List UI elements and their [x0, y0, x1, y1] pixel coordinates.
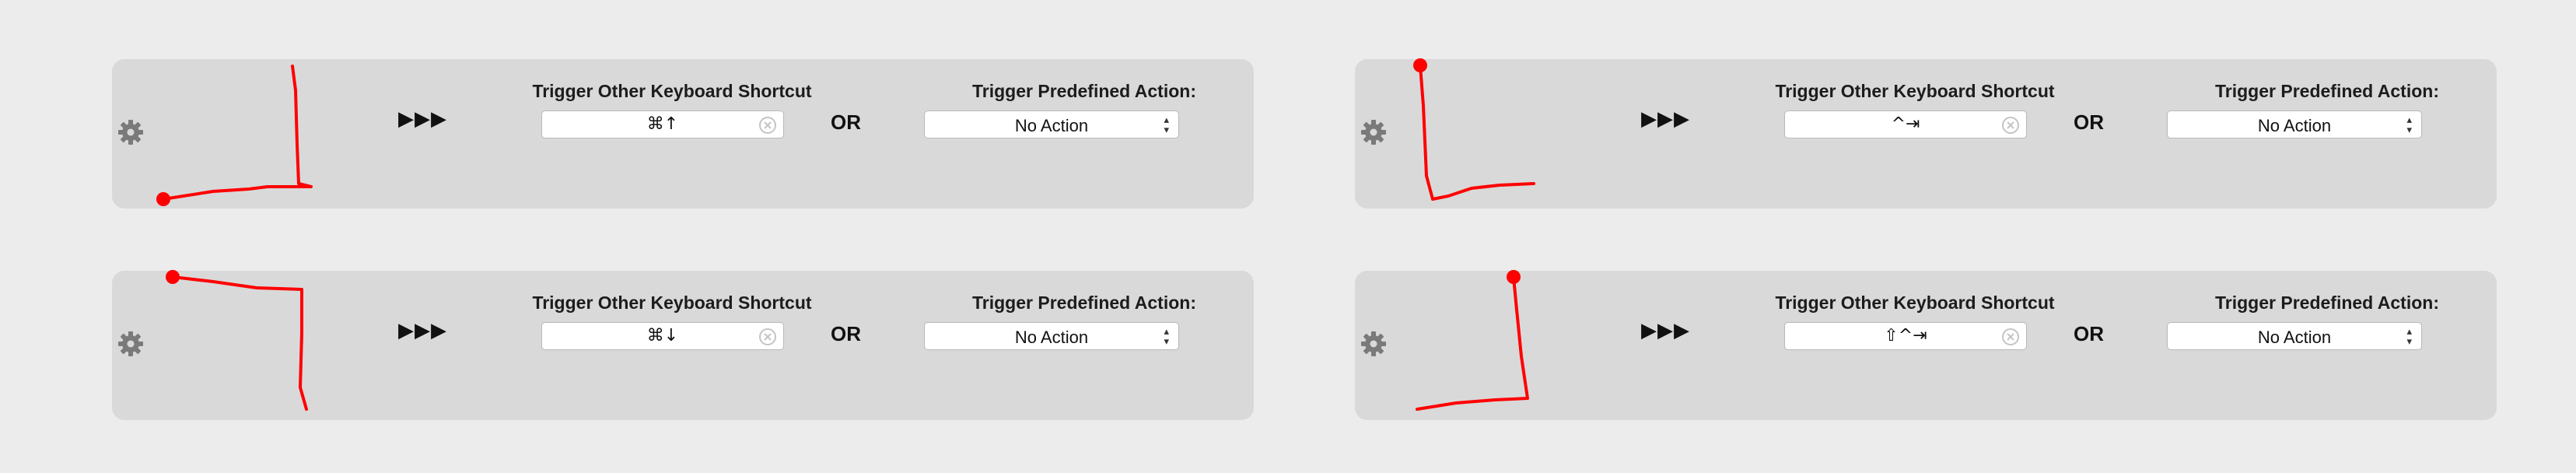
or-label: OR: [2074, 322, 2104, 345]
shortcut-value: ⇧^⇥: [1884, 326, 1927, 345]
shortcut-field[interactable]: ⇧^⇥: [1784, 322, 2027, 350]
gesture-start-dot: [1413, 58, 1427, 72]
predefined-action-select[interactable]: No Action ▴ ▾: [924, 110, 1179, 138]
shortcut-field[interactable]: ⌘↓: [541, 322, 784, 350]
predefined-action-label: Trigger Predefined Action:: [972, 293, 1196, 313]
shortcut-label: Trigger Other Keyboard Shortcut: [532, 81, 812, 101]
gesture-row: ▶▶▶ Trigger Other Keyboard Shortcut ^⇥ O…: [1355, 58, 2497, 208]
or-label: OR: [2074, 110, 2104, 134]
predefined-action-label: Trigger Predefined Action:: [972, 81, 1196, 101]
predefined-action-value: No Action: [2257, 116, 2332, 135]
shortcut-label: Trigger Other Keyboard Shortcut: [532, 293, 812, 313]
shortcut-value: ^⇥: [1891, 114, 1920, 134]
gesture-drawing: [1416, 270, 1529, 411]
up-down-chevron-icon: ▴ ▾: [1164, 114, 1169, 135]
clear-circle-icon[interactable]: [758, 116, 777, 135]
gesture-start-dot: [1507, 270, 1521, 284]
clear-circle-icon[interactable]: [758, 328, 777, 346]
up-down-chevron-icon: ▴ ▾: [2406, 325, 2412, 347]
gesture-start-dot: [166, 270, 180, 284]
or-label: OR: [831, 322, 861, 345]
triple-play-arrow-icon: ▶▶▶: [398, 319, 447, 342]
gesture-row: ▶▶▶ Trigger Other Keyboard Shortcut ⌘↓ O…: [112, 270, 1254, 420]
shortcut-value: ⌘↑: [646, 114, 679, 134]
shortcut-field[interactable]: ⌘↑: [541, 110, 784, 138]
clear-circle-icon[interactable]: [2001, 328, 2020, 346]
predefined-action-value: No Action: [1014, 328, 1089, 347]
predefined-action-label: Trigger Predefined Action:: [2215, 293, 2439, 313]
shortcut-field[interactable]: ^⇥: [1784, 110, 2027, 138]
triple-play-arrow-icon: ▶▶▶: [398, 107, 447, 131]
predefined-action-value: No Action: [1014, 116, 1089, 135]
gesture-drawing: [156, 65, 313, 206]
triple-play-arrow-icon: ▶▶▶: [1641, 107, 1690, 131]
up-down-chevron-icon: ▴ ▾: [2406, 114, 2412, 135]
predefined-action-label: Trigger Predefined Action:: [2215, 81, 2439, 101]
gesture-start-dot: [156, 192, 170, 206]
shortcut-label: Trigger Other Keyboard Shortcut: [1775, 81, 2055, 101]
shortcut-label: Trigger Other Keyboard Shortcut: [1775, 293, 2055, 313]
up-down-chevron-icon: ▴ ▾: [1164, 325, 1169, 347]
gesture-drawing: [1413, 58, 1535, 201]
triple-play-arrow-icon: ▶▶▶: [1641, 319, 1690, 342]
or-label: OR: [831, 110, 861, 134]
predefined-action-value: No Action: [2257, 328, 2332, 347]
predefined-action-select[interactable]: No Action ▴ ▾: [2167, 322, 2422, 350]
gesture-drawing: [166, 270, 308, 411]
shortcut-value: ⌘↓: [646, 326, 679, 345]
gesture-row: ▶▶▶ Trigger Other Keyboard Shortcut ⇧^⇥ …: [1355, 270, 2497, 420]
gesture-row: ▶▶▶ Trigger Other Keyboard Shortcut ⌘↑ O…: [112, 59, 1254, 208]
predefined-action-select[interactable]: No Action ▴ ▾: [924, 322, 1179, 350]
predefined-action-select[interactable]: No Action ▴ ▾: [2167, 110, 2422, 138]
clear-circle-icon[interactable]: [2001, 116, 2020, 135]
